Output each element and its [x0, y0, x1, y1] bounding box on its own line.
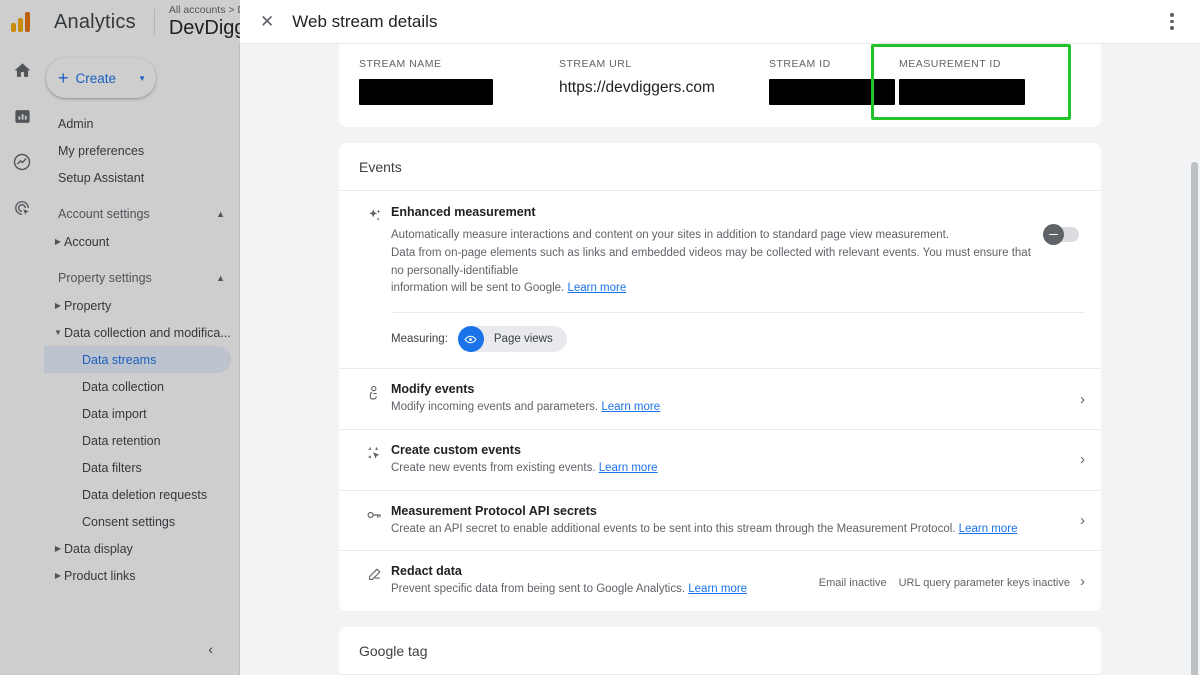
panel-scrollbar[interactable] [1190, 162, 1199, 675]
enhanced-measurement-desc-line1: Automatically measure interactions and c… [391, 229, 950, 241]
stream-id-field: STREAM ID [769, 58, 899, 105]
enhanced-measurement-desc-line2: Data from on-page elements such as links… [391, 246, 1031, 277]
measuring-chip-page-views[interactable]: Page views [457, 326, 567, 353]
row-desc-text: Create an API secret to enable additiona… [391, 522, 956, 535]
web-stream-details-panel: ✕ Web stream details STREAM NAME STREAM … [240, 0, 1200, 675]
enhanced-measurement-block: Enhanced measurement Automatically measu… [339, 191, 1101, 368]
stream-name-label: STREAM NAME [359, 58, 442, 70]
measuring-chip-label: Page views [493, 333, 553, 346]
panel-header: ✕ Web stream details [240, 0, 1200, 44]
scrollbar-thumb[interactable] [1191, 162, 1198, 675]
stream-name-redacted-value [359, 79, 493, 105]
create-custom-events-icon [357, 443, 391, 462]
measurement-id-redacted-value [899, 79, 1025, 105]
chevron-right-icon[interactable]: › [1070, 391, 1085, 408]
stream-url-field: STREAM URL https://devdiggers.com [559, 58, 769, 105]
learn-more-link[interactable]: Learn more [601, 401, 660, 413]
row-desc-text: Create new events from existing events. [391, 461, 596, 474]
measuring-label: Measuring: [391, 333, 448, 346]
chevron-right-icon[interactable]: › [1070, 451, 1085, 468]
learn-more-link[interactable]: Learn more [959, 523, 1018, 535]
row-desc-text: Prevent specific data from being sent to… [391, 583, 686, 596]
panel-body: STREAM NAME STREAM URL https://devdigger… [240, 44, 1200, 675]
row-title: Modify events [391, 382, 475, 397]
learn-more-link[interactable]: Learn more [567, 282, 626, 294]
redact-email-status: Email inactive [818, 576, 887, 589]
row-title: Measurement Protocol API secrets [391, 503, 597, 518]
row-title: Create custom events [391, 442, 521, 457]
row-redact-data[interactable]: Redact data Prevent specific data from b… [339, 551, 1101, 611]
enhanced-measurement-desc-line3: information will be sent to Google. [391, 282, 565, 295]
stream-summary-card: STREAM NAME STREAM URL https://devdigger… [339, 44, 1101, 127]
row-description: Modify incoming events and parameters. L… [391, 399, 1070, 416]
events-card: Events Enhanced measurement Automaticall… [339, 143, 1101, 611]
more-vert-icon[interactable] [1160, 10, 1184, 34]
row-description: Prevent specific data from being sent to… [391, 581, 819, 598]
redact-url-query-status: URL query parameter keys inactive [898, 576, 1070, 589]
measuring-line: Measuring: Page views [357, 313, 1085, 368]
measurement-id-field[interactable]: MEASUREMENT ID [871, 44, 1099, 120]
enhanced-measurement-description: Automatically measure interactions and c… [391, 227, 1031, 298]
stream-url-value: https://devdiggers.com [559, 79, 715, 96]
measurement-id-label: MEASUREMENT ID [899, 58, 1001, 70]
events-section-header: Events [339, 143, 1101, 191]
panel-content-sheet: STREAM NAME STREAM URL https://devdigger… [339, 44, 1101, 675]
sparkle-icon [357, 205, 391, 225]
key-icon [357, 504, 391, 524]
stream-id-redacted-value [769, 79, 895, 105]
row-desc-text: Modify incoming events and parameters. [391, 401, 599, 414]
enhanced-measurement-title: Enhanced measurement [391, 205, 536, 219]
row-description: Create an API secret to enable additiona… [391, 521, 1070, 538]
learn-more-link[interactable]: Learn more [599, 462, 658, 474]
close-x-icon[interactable]: ✕ [260, 13, 274, 30]
chevron-right-icon[interactable]: › [1070, 512, 1085, 529]
modify-events-icon [357, 382, 391, 401]
panel-title: Web stream details [292, 11, 438, 31]
eye-icon [457, 326, 484, 353]
chevron-right-icon[interactable]: › [1070, 573, 1085, 590]
google-tag-section-header: Google tag [339, 627, 1101, 675]
stream-name-field: STREAM NAME [359, 58, 559, 105]
google-tag-card: Google tag G Configure tag settings Conf… [339, 626, 1101, 675]
row-title: Redact data [391, 564, 462, 579]
row-measurement-protocol-api-secrets[interactable]: Measurement Protocol API secrets Create … [339, 491, 1101, 552]
redact-pen-icon [357, 564, 391, 583]
row-create-custom-events[interactable]: Create custom events Create new events f… [339, 430, 1101, 491]
enhanced-measurement-toggle[interactable] [1043, 224, 1079, 245]
toggle-knob [1043, 224, 1064, 245]
learn-more-link[interactable]: Learn more [688, 583, 747, 595]
stream-url-label: STREAM URL [559, 58, 632, 70]
screen-root: Analytics All accounts > DevDigger DevDi… [0, 0, 1200, 675]
row-description: Create new events from existing events. … [391, 460, 1070, 477]
row-modify-events[interactable]: Modify events Modify incoming events and… [339, 368, 1101, 430]
stream-id-label: STREAM ID [769, 58, 831, 70]
